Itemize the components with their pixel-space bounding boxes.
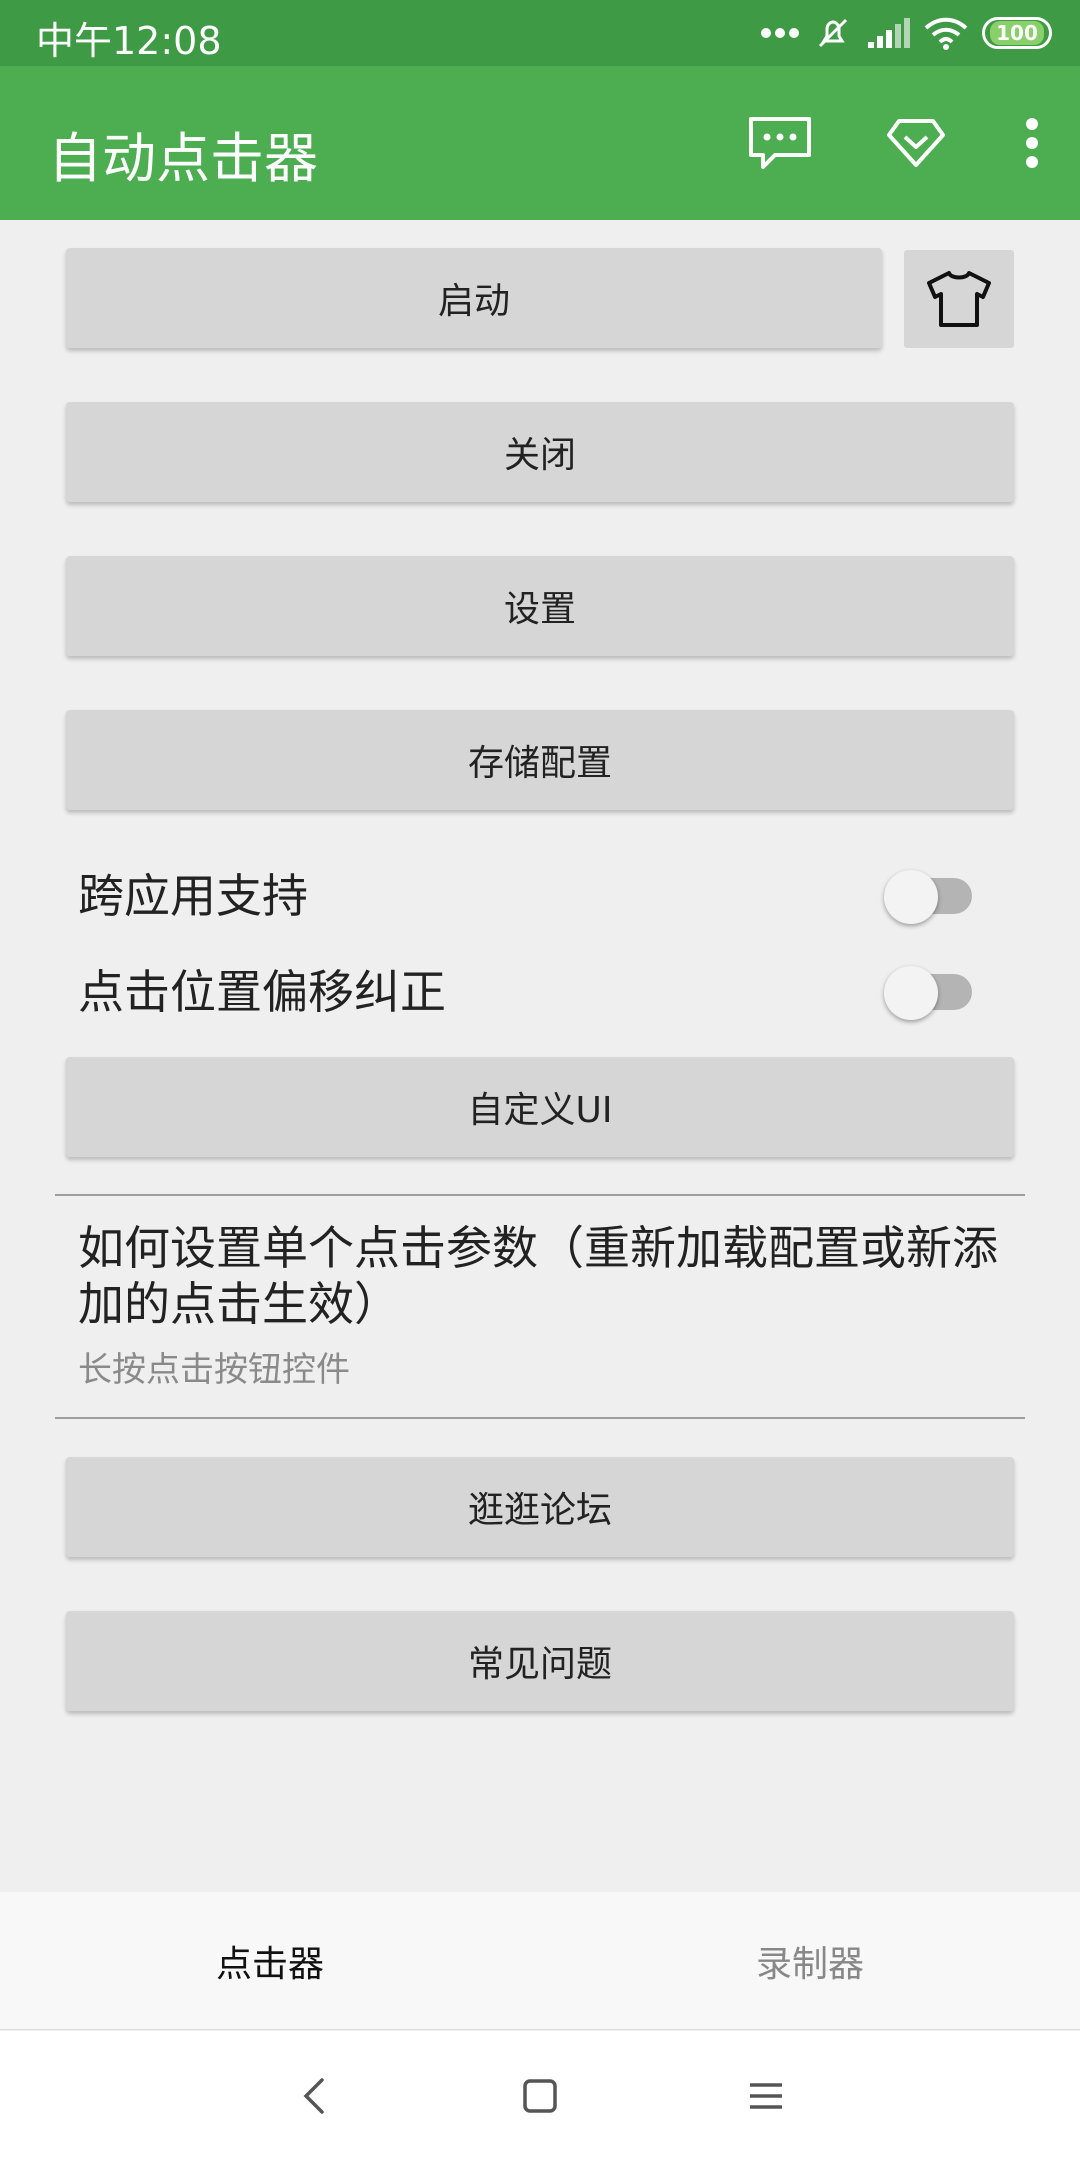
home-icon — [523, 2078, 557, 2113]
shirt-icon — [927, 271, 991, 327]
mute-bell-icon — [818, 18, 848, 48]
theme-button[interactable] — [904, 250, 1014, 348]
switch-thumb — [884, 870, 938, 924]
app-title: 自动点击器 — [48, 127, 318, 190]
battery-icon: 100 — [982, 17, 1052, 49]
tab-clicker[interactable]: 点击器 — [0, 1892, 540, 2029]
settings-button[interactable]: 设置 — [66, 556, 1014, 656]
custom-ui-button[interactable]: 自定义UI — [66, 1057, 1014, 1157]
save-config-button[interactable]: 存储配置 — [66, 710, 1014, 810]
more-vert-icon — [1026, 118, 1038, 168]
divider — [55, 1194, 1025, 1196]
start-button[interactable]: 启动 — [66, 248, 882, 348]
click-params-preference[interactable]: 如何设置单个点击参数（重新加载配置或新添加的点击生效） 长按点击按钮控件 — [78, 1220, 1028, 1391]
preference-title: 如何设置单个点击参数（重新加载配置或新添加的点击生效） — [78, 1221, 998, 1331]
cross-app-label: 跨应用支持 — [78, 869, 308, 923]
cross-app-row: 跨应用支持 — [0, 848, 1080, 928]
signal-icon — [868, 18, 910, 48]
status-icons: 100 — [760, 12, 1052, 54]
vip-button[interactable] — [848, 66, 984, 220]
back-icon — [303, 2077, 324, 2114]
menu-icon — [750, 2082, 782, 2109]
bottom-nav: 点击器 录制器 — [0, 1892, 1080, 2030]
close-button[interactable]: 关闭 — [66, 402, 1014, 502]
divider — [55, 1417, 1025, 1419]
cross-app-switch[interactable] — [884, 870, 972, 924]
message-button[interactable] — [712, 66, 848, 220]
offset-fix-label: 点击位置偏移纠正 — [78, 965, 446, 1019]
overflow-menu-button[interactable] — [984, 66, 1080, 220]
preference-summary: 长按点击按钮控件 — [78, 1350, 350, 1390]
offset-fix-row: 点击位置偏移纠正 — [0, 944, 1080, 1024]
app-bar: 自动点击器 — [0, 66, 1080, 220]
wifi-icon — [924, 17, 968, 50]
diamond-icon — [887, 119, 945, 167]
tab-recorder[interactable]: 录制器 — [540, 1892, 1080, 2029]
switch-thumb — [884, 966, 938, 1020]
status-bar: 中午12:08 100 — [0, 0, 1080, 66]
status-time: 中午12:08 — [36, 19, 222, 63]
back-button[interactable] — [274, 2056, 354, 2136]
system-nav-bar — [0, 2031, 1080, 2160]
more-dots-icon — [761, 28, 799, 38]
recents-button[interactable] — [726, 2056, 806, 2136]
home-button[interactable] — [500, 2056, 580, 2136]
battery-level: 100 — [990, 21, 1044, 45]
faq-button[interactable]: 常见问题 — [66, 1611, 1014, 1711]
message-icon — [749, 117, 811, 169]
forum-button[interactable]: 逛逛论坛 — [66, 1457, 1014, 1557]
offset-fix-switch[interactable] — [884, 966, 972, 1020]
app-actions — [712, 66, 1080, 220]
